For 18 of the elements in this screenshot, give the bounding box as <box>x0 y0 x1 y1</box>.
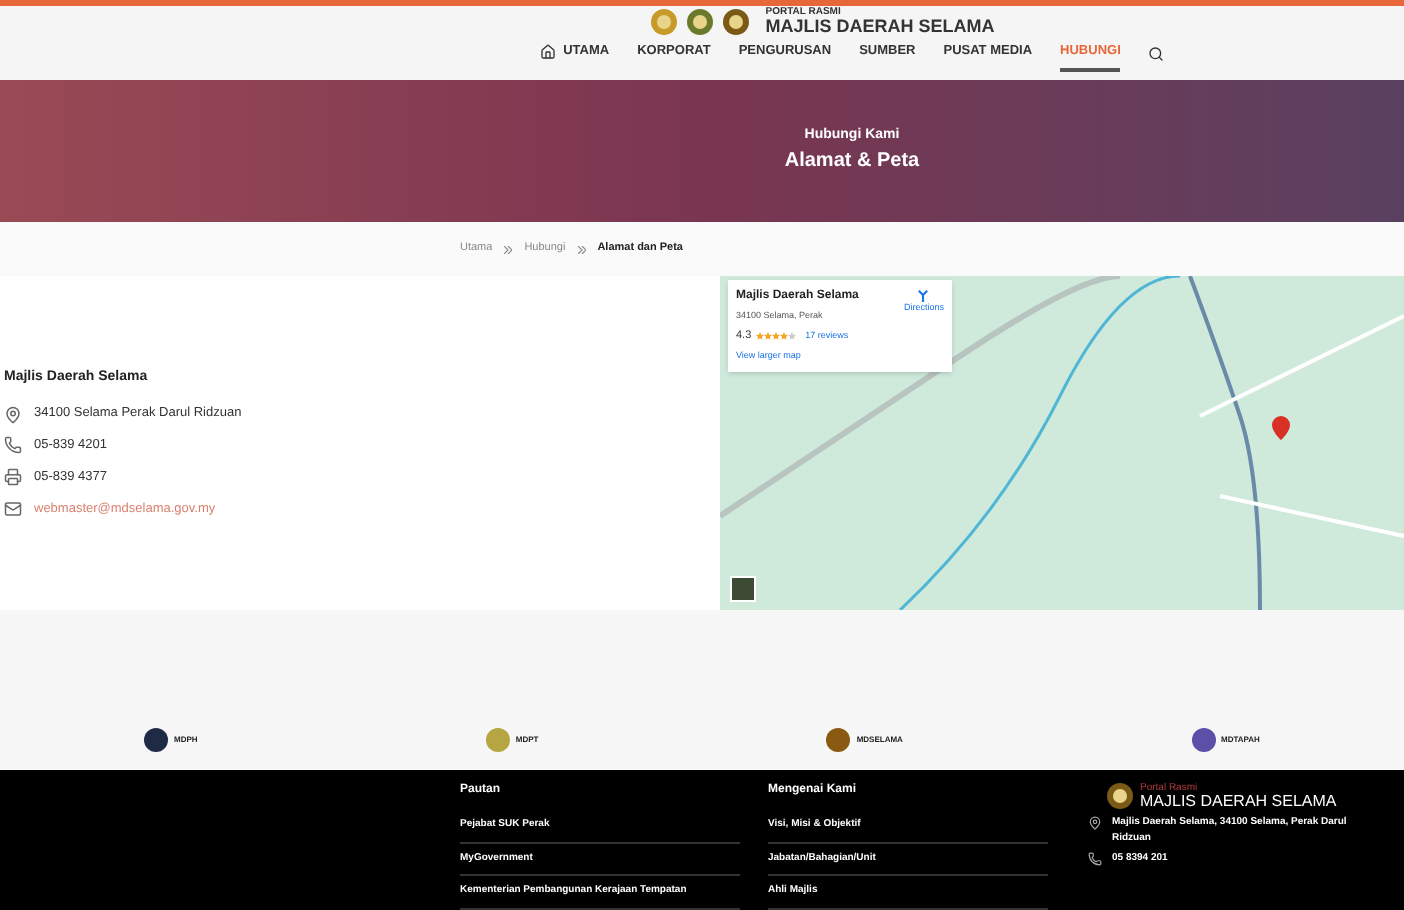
printer-icon <box>4 468 22 487</box>
chevron-icon <box>504 245 513 253</box>
home-icon <box>539 43 556 60</box>
directions-icon <box>916 288 931 302</box>
location-pin-icon <box>4 405 22 424</box>
map-pin-icon[interactable] <box>1272 416 1290 440</box>
satellite-toggle[interactable] <box>730 576 756 602</box>
banner-title: Alamat & Peta <box>784 148 920 177</box>
search-icon[interactable] <box>1148 45 1165 62</box>
footer-logo-title: MAJLIS DAERAH SELAMA <box>1140 793 1337 809</box>
logo-title: MAJLIS DAERAH SELAMA <box>765 18 995 36</box>
phone-icon <box>1088 852 1102 867</box>
location-pin-icon <box>1088 816 1102 830</box>
chevron-icon <box>577 245 586 253</box>
partner-logo-icon[interactable] <box>144 728 169 752</box>
phone-icon <box>4 436 22 455</box>
partner-logo-icon[interactable] <box>1191 728 1215 752</box>
mail-icon <box>4 499 22 518</box>
